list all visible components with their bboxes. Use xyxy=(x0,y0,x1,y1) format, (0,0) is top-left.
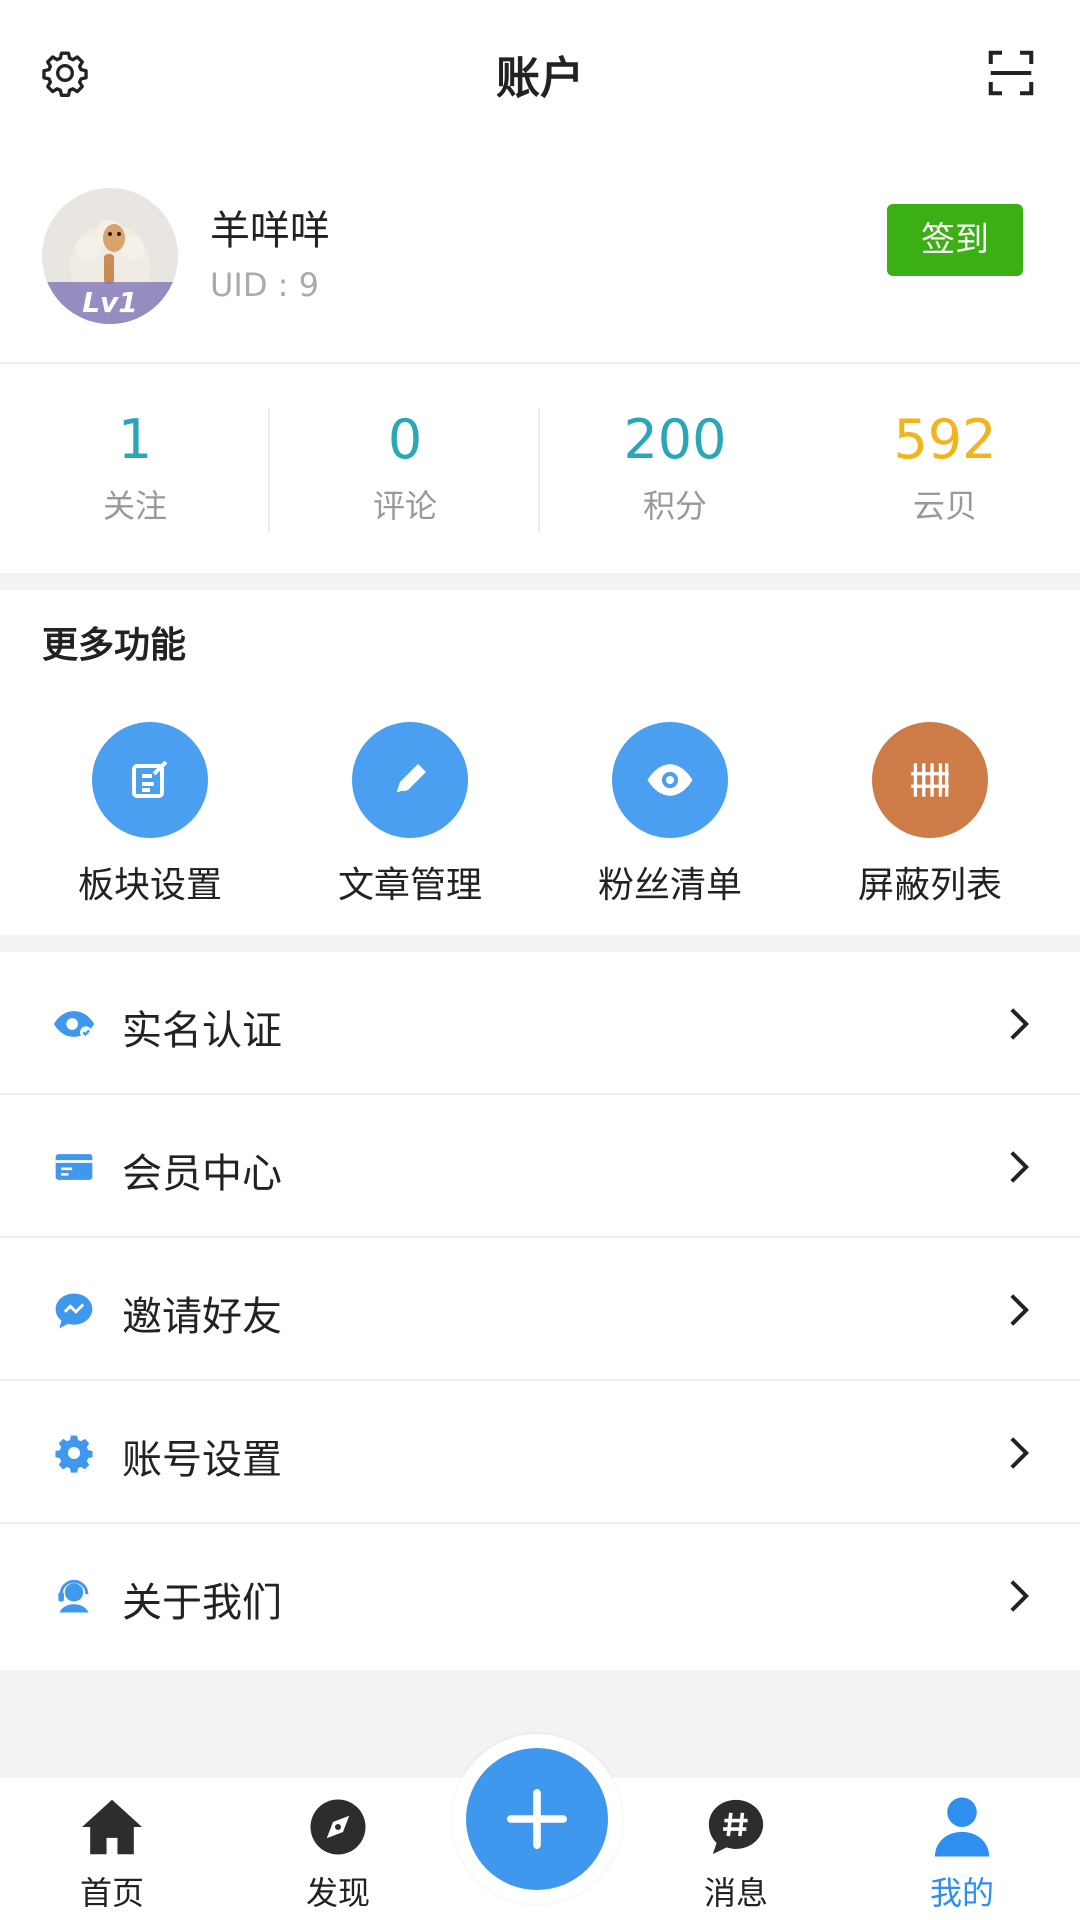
user-icon xyxy=(934,1797,990,1857)
signin-button[interactable]: 签到 xyxy=(887,204,1023,276)
fn-label: 文章管理 xyxy=(337,865,482,906)
chat-icon xyxy=(55,1293,93,1329)
list-item-about-us[interactable]: 关于我们 xyxy=(0,1524,1080,1667)
eye-icon xyxy=(612,722,728,838)
edit-board-icon xyxy=(92,722,208,838)
list-item-label: 账号设置 xyxy=(122,1437,282,1483)
support-agent-icon xyxy=(58,1579,89,1613)
add-post-button[interactable] xyxy=(466,1748,608,1890)
tab-label: 消息 xyxy=(703,1874,768,1912)
fn-article-management[interactable]: 文章管理 xyxy=(300,722,520,908)
level-badge: Lv1 xyxy=(42,282,178,324)
list-item-label: 关于我们 xyxy=(122,1580,282,1626)
stat-comments[interactable]: 0 评论 xyxy=(270,368,540,573)
fn-label: 粉丝清单 xyxy=(597,865,742,906)
list-item-verification[interactable]: 实名认证 xyxy=(0,952,1080,1095)
list-item-label: 实名认证 xyxy=(122,1008,282,1054)
divider xyxy=(0,362,1080,364)
stat-label: 云贝 xyxy=(912,487,977,525)
chevron-right-icon xyxy=(1010,1580,1030,1612)
stat-value: 200 xyxy=(623,408,727,471)
section-gap xyxy=(0,935,1080,952)
stat-value: 1 xyxy=(117,408,153,471)
username: 羊咩咩 xyxy=(210,208,330,254)
list-item-account-settings[interactable]: 账号设置 xyxy=(0,1381,1080,1524)
chevron-right-icon xyxy=(1010,1437,1030,1469)
tab-home[interactable]: 首页 xyxy=(12,1778,212,1914)
tab-label: 发现 xyxy=(305,1874,370,1912)
hashtag-chat-icon xyxy=(708,1799,764,1855)
chevron-right-icon xyxy=(1010,1294,1030,1326)
block-list-icon xyxy=(872,722,988,838)
account-screen: 账户 Lv1 羊咩咩 UID : 9 签到 1 关注 0 评论 200 积分 5… xyxy=(0,0,1080,1920)
list-item-membership[interactable]: 会员中心 xyxy=(0,1095,1080,1238)
user-id: UID : 9 xyxy=(210,266,319,304)
tab-label: 我的 xyxy=(929,1874,994,1912)
stat-following[interactable]: 1 关注 xyxy=(0,368,270,573)
avatar[interactable]: Lv1 xyxy=(42,188,178,324)
compass-icon xyxy=(310,1799,366,1855)
chevron-right-icon xyxy=(1010,1151,1030,1183)
stat-points[interactable]: 200 积分 xyxy=(540,368,810,573)
stat-label: 评论 xyxy=(372,487,437,525)
home-icon xyxy=(82,1799,142,1855)
tab-messages[interactable]: 消息 xyxy=(636,1778,836,1914)
scan-icon[interactable] xyxy=(984,46,1038,100)
settings-list: 实名认证 会员中心 邀请好友 账号设置 关于我们 xyxy=(0,952,1080,1667)
card-icon xyxy=(55,1154,93,1180)
fn-board-settings[interactable]: 板块设置 xyxy=(40,722,260,908)
fn-label: 板块设置 xyxy=(77,865,222,906)
tab-label: 首页 xyxy=(79,1874,144,1912)
fn-block-list[interactable]: 屏蔽列表 xyxy=(820,722,1040,908)
section-gap xyxy=(0,573,1080,590)
header: 账户 xyxy=(0,0,1080,150)
section-title: 更多功能 xyxy=(42,625,187,666)
page-title: 账户 xyxy=(496,53,584,104)
stat-label: 积分 xyxy=(642,487,707,525)
fn-fans-list[interactable]: 粉丝清单 xyxy=(560,722,780,908)
pen-icon xyxy=(352,722,468,838)
stats-bar: 1 关注 0 评论 200 积分 592 云贝 xyxy=(0,368,1080,573)
tab-discover[interactable]: 发现 xyxy=(238,1778,438,1914)
stat-label: 关注 xyxy=(102,487,167,525)
list-item-label: 会员中心 xyxy=(122,1151,282,1197)
fn-label: 屏蔽列表 xyxy=(857,865,1002,906)
stat-value: 0 xyxy=(387,408,423,471)
chevron-right-icon xyxy=(1010,1008,1030,1040)
profile-card: Lv1 羊咩咩 UID : 9 签到 xyxy=(0,180,1080,365)
tab-me[interactable]: 我的 xyxy=(862,1778,1062,1914)
verify-eye-icon xyxy=(53,1011,95,1039)
more-functions: 更多功能 板块设置 文章管理 粉丝清单 屏蔽列表 xyxy=(0,590,1080,935)
stat-value: 592 xyxy=(893,408,997,471)
gear-icon xyxy=(55,1435,93,1473)
list-item-invite-friends[interactable]: 邀请好友 xyxy=(0,1238,1080,1381)
stat-coins[interactable]: 592 云贝 xyxy=(810,368,1080,573)
list-item-label: 邀请好友 xyxy=(122,1294,282,1340)
plus-icon xyxy=(506,1788,568,1850)
